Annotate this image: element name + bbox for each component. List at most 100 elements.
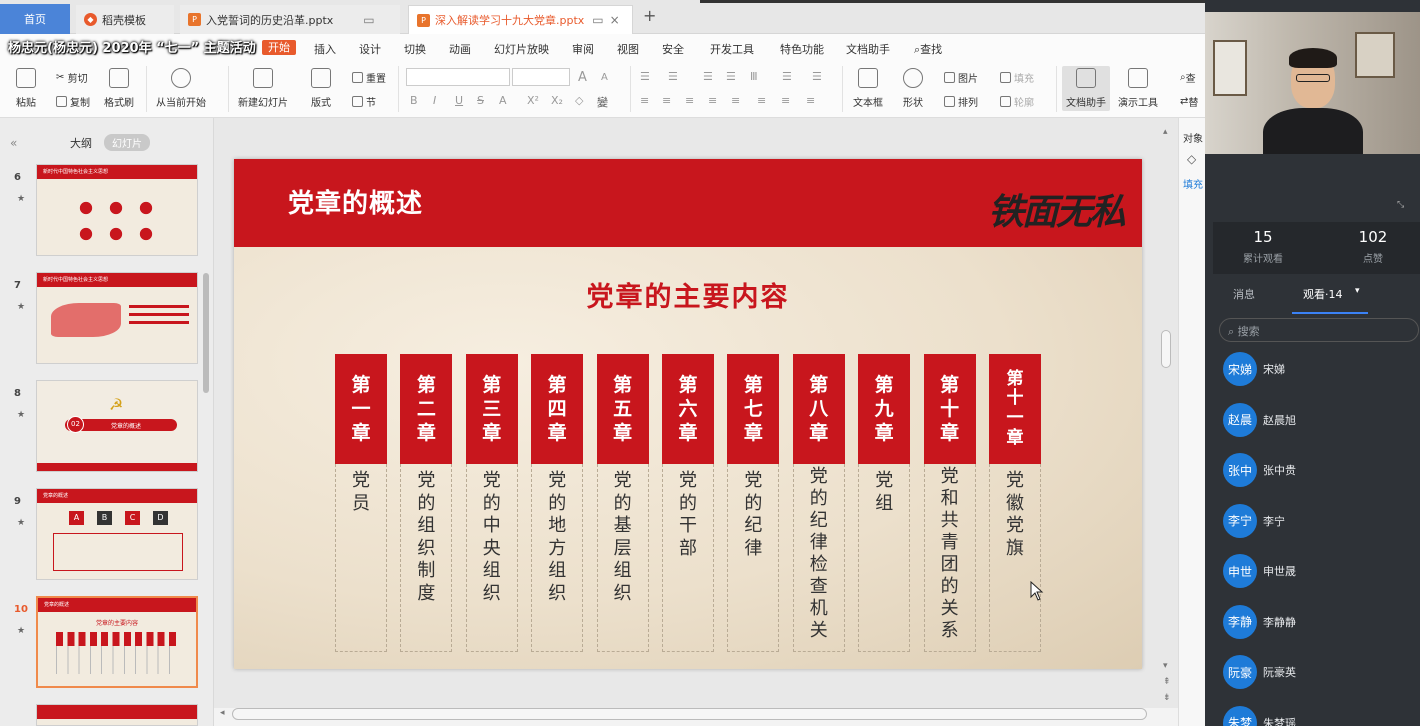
scroll-left-icon[interactable]: ◂ bbox=[220, 708, 225, 718]
indent-icon[interactable]: ☰ bbox=[726, 70, 736, 83]
viewer-list-item[interactable]: 朱梦 朱梦瑶 bbox=[1223, 705, 1296, 726]
collapse-panel-button[interactable]: « bbox=[10, 136, 17, 150]
vertical-scroll-thumb[interactable] bbox=[1161, 330, 1171, 368]
layout-button[interactable]: 版式 bbox=[311, 68, 331, 109]
outline-tab[interactable]: 大纲 bbox=[70, 135, 92, 151]
tab-messages[interactable]: 消息 bbox=[1233, 286, 1255, 302]
font-family-select[interactable] bbox=[406, 68, 510, 86]
menu-security[interactable]: 安全 bbox=[662, 41, 684, 57]
viewer-list-item[interactable]: 李宁 李宁 bbox=[1223, 503, 1285, 538]
tab-home[interactable]: 首页 bbox=[0, 4, 70, 34]
menu-search[interactable]: ⌕查找 bbox=[914, 41, 942, 57]
paste-button[interactable]: 粘贴 bbox=[16, 68, 36, 109]
subscript-icon[interactable]: X₂ bbox=[551, 94, 563, 107]
doc-helper-button[interactable]: 文档助手 bbox=[1062, 66, 1110, 111]
new-tab-button[interactable]: + bbox=[643, 6, 656, 25]
chapter-column[interactable]: 第一章党员 bbox=[335, 354, 387, 652]
copy-button[interactable]: 复制 bbox=[56, 94, 90, 109]
cut-button[interactable]: ✂ 剪切 bbox=[56, 70, 88, 85]
chapter-column[interactable]: 第十一章党徽党旗 bbox=[989, 354, 1041, 652]
underline-icon[interactable]: U bbox=[455, 94, 463, 107]
line-spacing-icon[interactable]: ☰ bbox=[782, 70, 792, 83]
viewer-list-item[interactable]: 李静 李静静 bbox=[1223, 604, 1296, 639]
tab-file-oath-history[interactable]: P 入党誓词的历史沿革.pptx ▭ bbox=[180, 5, 400, 34]
vertical-align-icon[interactable]: ≡ bbox=[757, 94, 766, 107]
picture-button[interactable]: 图片 bbox=[944, 70, 978, 85]
chapter-column[interactable]: 第二章党的组织制度 bbox=[400, 354, 453, 652]
font-size-select[interactable] bbox=[512, 68, 570, 86]
strikethrough-icon[interactable]: S bbox=[477, 94, 484, 107]
slide-title[interactable]: 党章的概述 bbox=[288, 183, 423, 220]
outline-button[interactable]: 轮廓 bbox=[1000, 94, 1034, 109]
viewer-list-item[interactable]: 赵晨 赵晨旭 bbox=[1223, 402, 1296, 437]
chapter-column[interactable]: 第十章党和共青团的关系 bbox=[923, 354, 976, 652]
viewers-dropdown-icon[interactable]: ▾ bbox=[1355, 286, 1360, 296]
menu-developer[interactable]: 开发工具 bbox=[710, 41, 754, 57]
text-box-button[interactable]: 文本框 bbox=[853, 68, 883, 109]
format-painter-button[interactable]: 格式刷 bbox=[104, 68, 134, 109]
tab-popout-icon[interactable]: ▭ bbox=[363, 13, 374, 27]
italic-icon[interactable]: I bbox=[433, 94, 436, 107]
text-direction-icon[interactable]: Ⅲ bbox=[750, 70, 758, 83]
menu-doc-assistant[interactable]: 文档助手 bbox=[846, 41, 890, 57]
slide-thumbnail-6[interactable]: 新时代中国特色社会主义思想 bbox=[36, 164, 198, 256]
chapter-column[interactable]: 第四章党的地方组织 bbox=[531, 354, 584, 652]
section-button[interactable]: 节 bbox=[352, 94, 376, 109]
current-slide[interactable]: 党章的概述 铁面无私 党章的主要内容 第一章党员第二章党的组织制度第三章党的中央… bbox=[234, 159, 1142, 669]
viewer-search-input[interactable]: ⌕ 搜索 bbox=[1219, 318, 1419, 342]
tab-templates[interactable]: ◆ 稻壳模板 bbox=[76, 5, 174, 34]
phonetic-icon[interactable]: 變 bbox=[597, 94, 608, 110]
chapter-column[interactable]: 第六章党的干部 bbox=[662, 354, 714, 652]
slide-heading[interactable]: 党章的主要内容 bbox=[234, 275, 1142, 314]
columns-icon[interactable]: ☰ bbox=[812, 70, 822, 83]
scroll-up-icon[interactable]: ▴ bbox=[1163, 127, 1168, 137]
presentation-tools-button[interactable]: 演示工具 bbox=[1118, 68, 1158, 109]
menu-insert[interactable]: 插入 bbox=[314, 41, 336, 57]
chapter-column[interactable]: 第九章党组 bbox=[858, 354, 911, 652]
replace-button[interactable]: ⇄ 替 bbox=[1180, 94, 1198, 109]
panel-collapse-icon[interactable]: ⤡ bbox=[1397, 200, 1404, 210]
outdent-icon[interactable]: ☰ bbox=[703, 70, 713, 83]
menu-design[interactable]: 设计 bbox=[359, 41, 381, 57]
superscript-icon[interactable]: X² bbox=[527, 94, 539, 107]
menu-view[interactable]: 视图 bbox=[617, 41, 639, 57]
menu-transitions[interactable]: 切换 bbox=[404, 41, 426, 57]
chapter-column[interactable]: 第五章党的基层组织 bbox=[596, 354, 649, 652]
vertical-align-icon[interactable]: ≡ bbox=[806, 94, 815, 107]
menu-special-features[interactable]: 特色功能 bbox=[780, 41, 824, 57]
vertical-align-icon[interactable]: ≡ bbox=[781, 94, 790, 107]
slide-thumbnail-7[interactable]: 新时代中国特色社会主义思想 bbox=[36, 272, 198, 364]
find-button[interactable]: ⌕ 查 bbox=[1180, 70, 1196, 85]
bullets-icon[interactable]: ☰ bbox=[640, 70, 650, 83]
chapter-column[interactable]: 第三章党的中央组织 bbox=[465, 354, 518, 652]
menu-review[interactable]: 审阅 bbox=[572, 41, 594, 57]
tab-viewers[interactable]: 观看·14 bbox=[1303, 286, 1343, 302]
tab-popout-icon[interactable]: ▭ bbox=[592, 13, 603, 27]
align-right-icon[interactable]: ≡ bbox=[685, 94, 694, 107]
slide-thumbnail-10[interactable]: 党章的概述 党章的主要内容 bbox=[36, 596, 198, 688]
tab-close-icon[interactable]: × bbox=[610, 13, 620, 27]
slides-tab[interactable]: 幻灯片 bbox=[104, 134, 150, 151]
slide-thumbnail-11[interactable] bbox=[36, 704, 198, 726]
arrange-button[interactable]: 排列 bbox=[944, 94, 978, 109]
tab-file-party-constitution[interactable]: P 深入解读学习十九大党章.pptx ▭ × bbox=[408, 5, 633, 34]
next-slide-icon[interactable]: ⇟ bbox=[1163, 693, 1171, 703]
horizontal-scrollbar[interactable] bbox=[232, 708, 1147, 720]
chapter-column[interactable]: 第七章党的纪律 bbox=[727, 354, 780, 652]
font-color-icon[interactable]: A bbox=[499, 94, 507, 107]
new-slide-button[interactable]: 新建幻灯片 bbox=[238, 68, 288, 109]
menu-slideshow[interactable]: 幻灯片放映 bbox=[494, 41, 549, 57]
vertical-scrollbar[interactable]: ▴ ▾ ⇞ ⇟ bbox=[1158, 125, 1176, 705]
bold-icon[interactable]: B bbox=[410, 94, 418, 107]
menu-animations[interactable]: 动画 bbox=[449, 41, 471, 57]
distribute-icon[interactable]: ≡ bbox=[731, 94, 740, 107]
align-center-icon[interactable]: ≡ bbox=[662, 94, 671, 107]
shape-button[interactable]: 形状 bbox=[903, 68, 923, 109]
chapter-column[interactable]: 第八章党的纪律检查机关 bbox=[792, 354, 845, 652]
play-from-current-button[interactable]: 从当前开始 bbox=[156, 68, 206, 109]
menu-start[interactable]: 开始 bbox=[262, 40, 296, 55]
viewer-list-item[interactable]: 阮豪 阮豪英 bbox=[1223, 655, 1296, 689]
slide-thumbnail-8[interactable]: ☭ 02 党章的概述 bbox=[36, 380, 198, 472]
viewer-list-item[interactable]: 张中 张中贵 bbox=[1223, 453, 1296, 487]
fill-properties-tab[interactable]: 填充 bbox=[1183, 176, 1203, 191]
